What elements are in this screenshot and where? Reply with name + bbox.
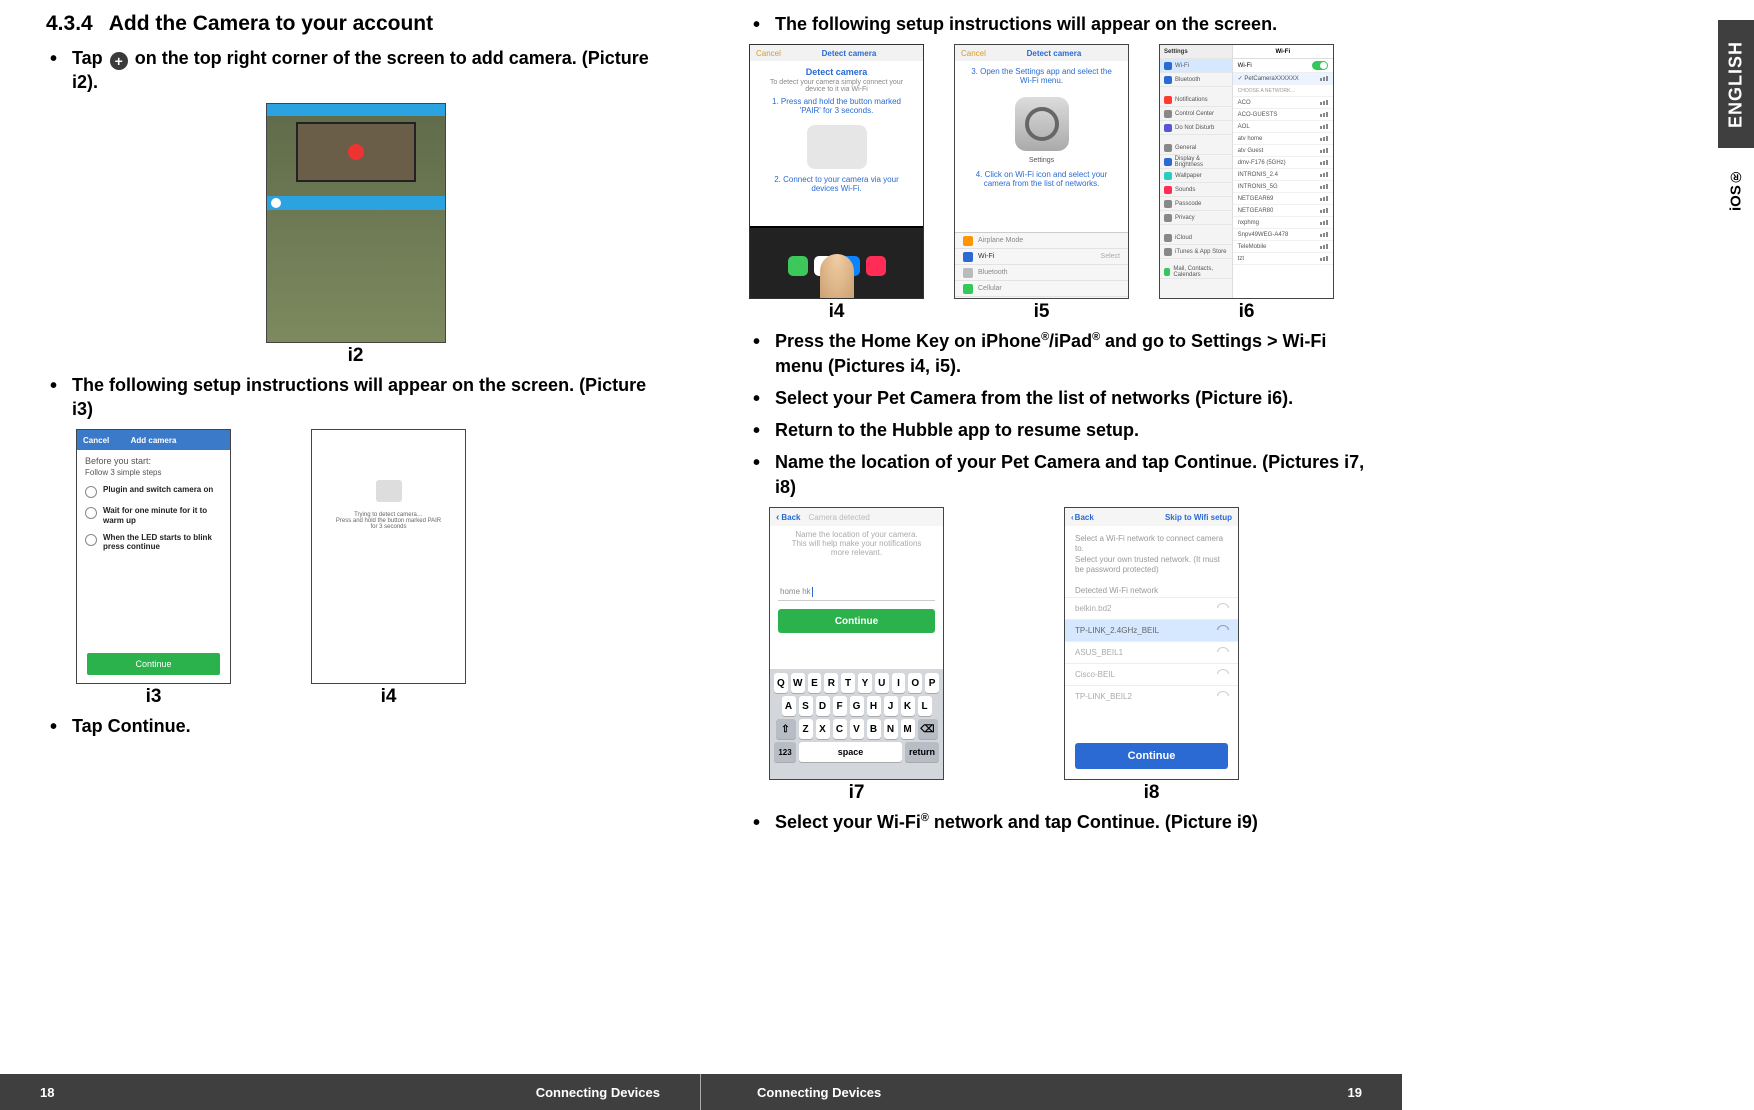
bullet-setup-i3: The following setup instructions will ap… bbox=[46, 373, 665, 422]
figure-i5: CancelDetect camera 3. Open the Settings… bbox=[954, 44, 1129, 323]
figure-i3: CancelAdd camera Before you start: Follo… bbox=[76, 429, 231, 708]
figure-i6-label: i6 bbox=[1239, 301, 1255, 323]
screenshot-i2 bbox=[266, 103, 446, 343]
figure-i8: ‹BackSkip to Wifi setup Select a Wi-Fi n… bbox=[1064, 507, 1239, 804]
page-number-right: 19 bbox=[1348, 1085, 1362, 1100]
key-u[interactable]: U bbox=[875, 673, 889, 693]
key-g[interactable]: G bbox=[850, 696, 864, 716]
plus-icon: + bbox=[110, 52, 128, 70]
figure-i2: i2 bbox=[266, 103, 446, 367]
key-e[interactable]: E bbox=[808, 673, 822, 693]
settings-icon bbox=[1015, 97, 1069, 151]
continue-button[interactable]: Continue bbox=[1075, 743, 1228, 769]
key-d[interactable]: D bbox=[816, 696, 830, 716]
wifi-row[interactable]: Cisco-BEIL bbox=[1065, 663, 1238, 685]
key-p[interactable]: P bbox=[925, 673, 939, 693]
key-v[interactable]: V bbox=[850, 719, 864, 739]
key-w[interactable]: W bbox=[791, 673, 805, 693]
footer-section-right: Connecting Devices bbox=[757, 1085, 881, 1100]
section-heading: 4.3.4 Add the Camera to your account bbox=[46, 12, 665, 36]
key-y[interactable]: Y bbox=[858, 673, 872, 693]
key-j[interactable]: J bbox=[884, 696, 898, 716]
figure-i3-label: i3 bbox=[146, 686, 162, 708]
key-s[interactable]: S bbox=[799, 696, 813, 716]
figure-i4-label: i4 bbox=[829, 301, 845, 323]
wifi-icon bbox=[1218, 669, 1228, 679]
section-number: 4.3.4 bbox=[46, 12, 93, 35]
chevron-left-icon: ‹ bbox=[776, 512, 779, 523]
screenshot-i3: CancelAdd camera Before you start: Follo… bbox=[76, 429, 231, 684]
screenshot-i6: Settings Wi-Fi Bluetooth Notifications C… bbox=[1159, 44, 1334, 299]
wifi-row[interactable]: TP-LINK_BEIL2 bbox=[1065, 685, 1238, 707]
figure-i5-label: i5 bbox=[1034, 301, 1050, 323]
section-title: Add the Camera to your account bbox=[109, 12, 433, 35]
wifi-icon bbox=[1218, 625, 1228, 635]
key-f[interactable]: F bbox=[833, 696, 847, 716]
continue-button[interactable]: Continue bbox=[778, 609, 935, 633]
footer: 18 Connecting Devices Connecting Devices… bbox=[0, 1074, 1402, 1110]
keyboard[interactable]: QWERTYUIOP ASDFGHJKL ⇧ZXCVBNM⌫ 123spacer… bbox=[770, 669, 943, 779]
key-m[interactable]: M bbox=[901, 719, 915, 739]
figure-i2-label: i2 bbox=[348, 345, 364, 367]
key-a[interactable]: A bbox=[782, 696, 796, 716]
key-z[interactable]: Z bbox=[799, 719, 813, 739]
key-r[interactable]: R bbox=[824, 673, 838, 693]
right-page: The following setup instructions will ap… bbox=[701, 0, 1402, 1070]
key-o[interactable]: O bbox=[908, 673, 922, 693]
bullet-name-location: Name the location of your Pet Camera and… bbox=[749, 450, 1366, 499]
wifi-row[interactable]: ASUS_BEIL1 bbox=[1065, 641, 1238, 663]
bullet-tap-continue: Tap Continue. bbox=[46, 714, 665, 738]
screenshot-i8: ‹BackSkip to Wifi setup Select a Wi-Fi n… bbox=[1064, 507, 1239, 780]
figure-i8-label: i8 bbox=[1144, 782, 1160, 804]
key-n[interactable]: N bbox=[884, 719, 898, 739]
continue-button[interactable]: Continue bbox=[87, 653, 220, 675]
bullet-home-key: Press the Home Key on iPhone®/iPad® and … bbox=[749, 329, 1366, 378]
key-t[interactable]: T bbox=[841, 673, 855, 693]
figure-i4-left-label: i4 bbox=[381, 686, 397, 708]
page-number-left: 18 bbox=[40, 1085, 54, 1100]
key-c[interactable]: C bbox=[833, 719, 847, 739]
key-x[interactable]: X bbox=[816, 719, 830, 739]
screenshot-i4: CancelDetect camera Detect camera To det… bbox=[749, 44, 924, 299]
language-tab: ENGLISH bbox=[1718, 20, 1754, 148]
platform-tab: iOS® bbox=[1726, 168, 1746, 212]
bullet-select-petcam: Select your Pet Camera from the list of … bbox=[749, 386, 1366, 410]
bullet-select-wifi: Select your Wi-Fi® network and tap Conti… bbox=[749, 810, 1366, 834]
bullet-return-hubble: Return to the Hubble app to resume setup… bbox=[749, 418, 1366, 442]
chevron-left-icon: ‹ bbox=[1071, 513, 1074, 522]
key-q[interactable]: Q bbox=[774, 673, 788, 693]
screenshot-i5: CancelDetect camera 3. Open the Settings… bbox=[954, 44, 1129, 299]
figure-i4-left: Trying to detect camera… Press and hold … bbox=[311, 429, 466, 708]
key-b[interactable]: B bbox=[867, 719, 881, 739]
key-i[interactable]: I bbox=[892, 673, 906, 693]
key-h[interactable]: H bbox=[867, 696, 881, 716]
figure-i7-label: i7 bbox=[849, 782, 865, 804]
key-l[interactable]: L bbox=[918, 696, 932, 716]
wifi-row[interactable]: belkin.bd2 bbox=[1065, 597, 1238, 619]
wifi-toggle[interactable] bbox=[1312, 61, 1328, 70]
screenshot-i4-left: Trying to detect camera… Press and hold … bbox=[311, 429, 466, 684]
camera-name-input[interactable]: home hk bbox=[778, 583, 935, 601]
bullet-tap-plus: Tap + on the top right corner of the scr… bbox=[46, 46, 665, 95]
wifi-icon bbox=[1218, 603, 1228, 613]
wifi-icon bbox=[1218, 647, 1228, 657]
key-k[interactable]: K bbox=[901, 696, 915, 716]
left-page: 4.3.4 Add the Camera to your account Tap … bbox=[0, 0, 701, 1070]
wifi-row[interactable]: TP-LINK_2.4GHz_BEIL bbox=[1065, 619, 1238, 641]
figure-i7: ‹BackCamera detected Name the location o… bbox=[769, 507, 944, 804]
figure-i4: CancelDetect camera Detect camera To det… bbox=[749, 44, 924, 323]
footer-section-left: Connecting Devices bbox=[536, 1085, 660, 1100]
figure-i6: Settings Wi-Fi Bluetooth Notifications C… bbox=[1159, 44, 1334, 323]
bullet-setup-appear: The following setup instructions will ap… bbox=[749, 12, 1366, 36]
wifi-icon bbox=[1218, 691, 1228, 701]
screenshot-i7: ‹BackCamera detected Name the location o… bbox=[769, 507, 944, 780]
